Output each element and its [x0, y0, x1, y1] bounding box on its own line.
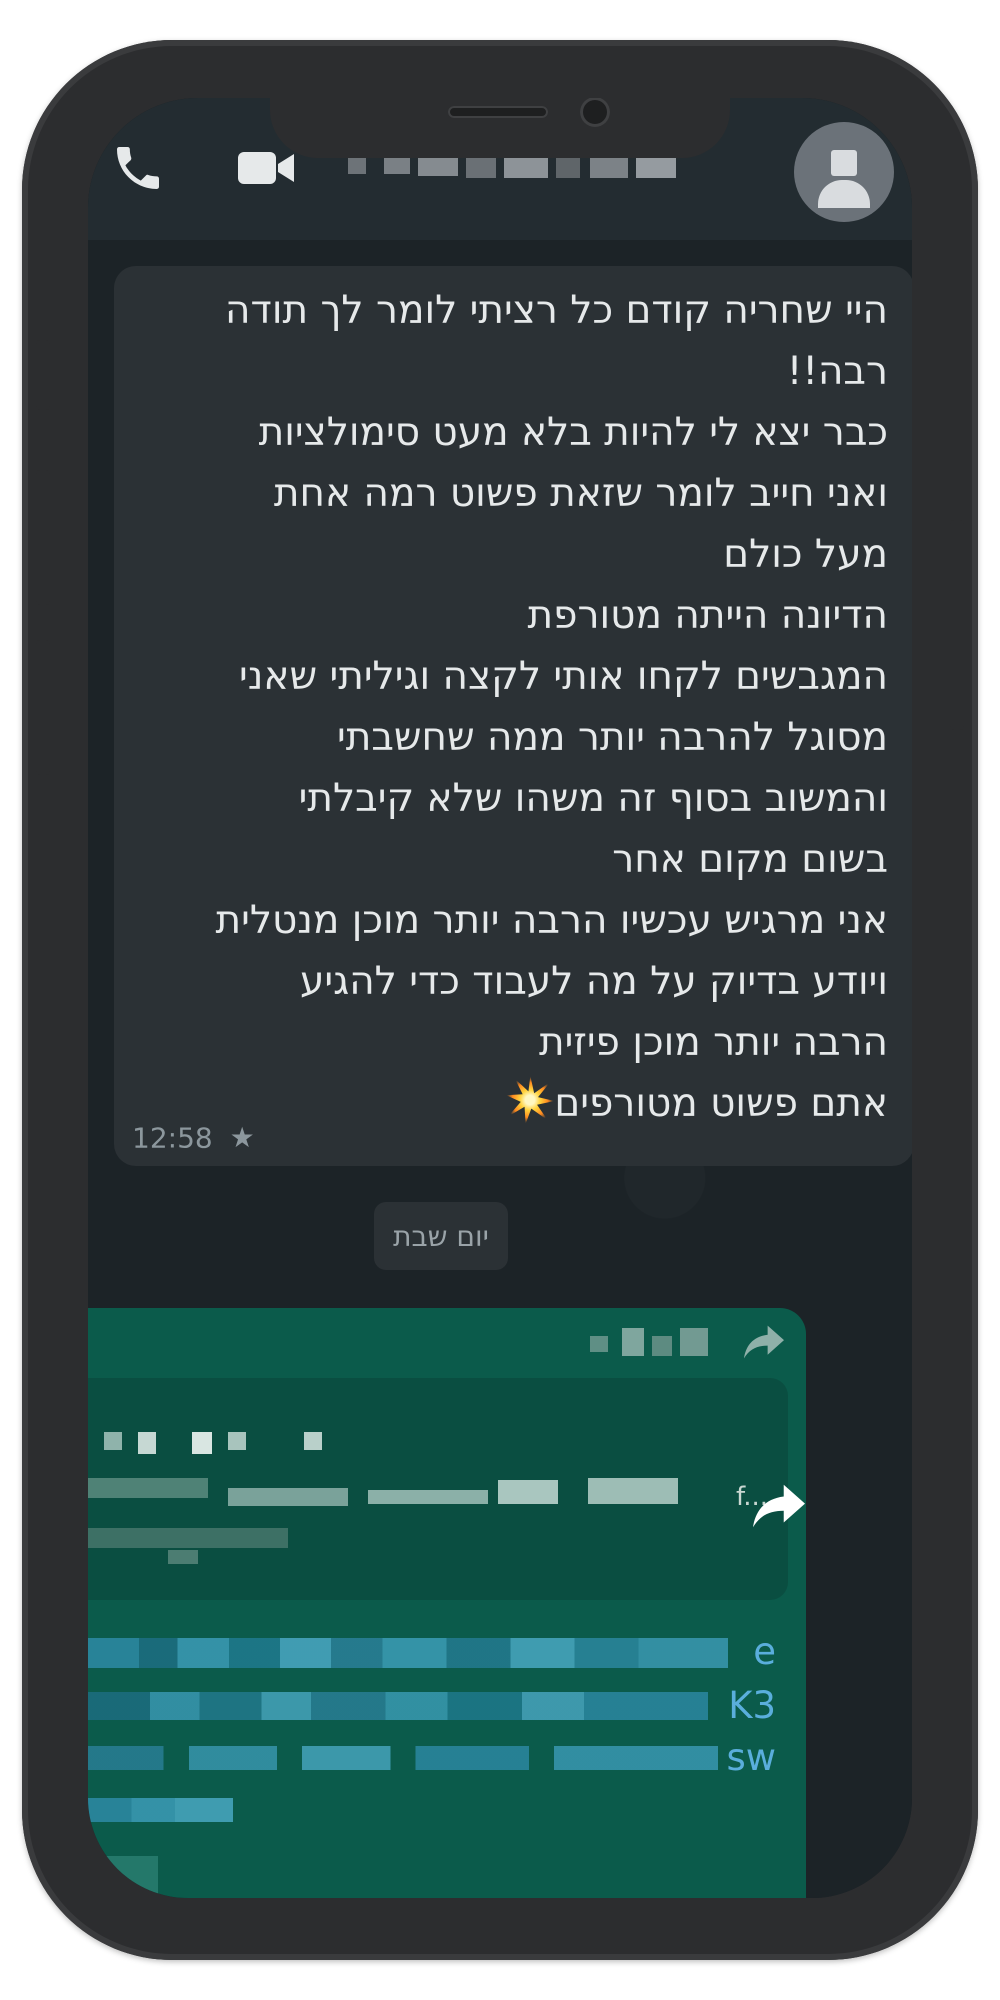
- message-time: 12:58: [132, 1121, 213, 1154]
- message-line: ויודע בדיוק על מה לעבוד כדי להגיע: [300, 959, 888, 1004]
- date-divider: יום שבת: [374, 1202, 508, 1270]
- message-line: מסוגל להרבה יותר ממה שחשבתי: [336, 715, 888, 760]
- power-button: [950, 520, 964, 730]
- message-line: רבה!!: [786, 349, 888, 394]
- silent-switch: [36, 340, 50, 410]
- phone-notch: [270, 98, 730, 158]
- message-line: ואני חייב לומר שזאת פשוט רמה אחת: [273, 471, 888, 516]
- message-line: הדיונה הייתה מטורפת: [527, 593, 888, 638]
- link-text-fragment[interactable]: K3: [728, 1684, 776, 1727]
- earpiece-speaker: [448, 106, 548, 118]
- default-avatar-icon: [831, 150, 857, 176]
- link-preview-card[interactable]: f...: [88, 1378, 788, 1600]
- chat-header: [88, 98, 912, 240]
- link-text-fragment[interactable]: sw: [726, 1736, 776, 1779]
- message-line: אתם פשוט מטורפים: [554, 1081, 888, 1126]
- message-line: המגבשים לקחו אותי לקצה וגיליתי שאני: [239, 654, 888, 699]
- volume-down-button: [36, 640, 50, 775]
- phone-icon[interactable]: [110, 140, 166, 196]
- volume-up-button: [36, 470, 50, 605]
- collision-emoji-icon: [506, 1076, 555, 1124]
- message-line: כבר יצא לי להיות בלא מעט סימולציות: [258, 410, 888, 455]
- forwarded-label: [586, 1322, 786, 1362]
- message-line: מעל כולם: [723, 532, 888, 577]
- forwarded-message-bubble[interactable]: f... e K3 sw: [88, 1308, 806, 1898]
- message-line: אני מרגיש עכשיו הרבה יותר מוכן מנטלית: [215, 898, 888, 943]
- message-line: היי שחריה קודם כל רציתי לומר לך תודה: [225, 288, 888, 333]
- link-text-fragment[interactable]: e: [753, 1630, 776, 1673]
- contact-avatar[interactable]: [794, 122, 894, 222]
- forwarded-arrow-icon: [744, 1325, 784, 1359]
- star-icon: ★: [229, 1121, 255, 1154]
- message-meta: 12:58 ★: [132, 1120, 255, 1154]
- date-divider-label: יום שבת: [393, 1219, 489, 1253]
- front-camera: [580, 98, 610, 127]
- message-text: היי שחריה קודם כל רציתי לומר לך תודה רבה…: [128, 280, 888, 1134]
- share-forward-icon[interactable]: [749, 1480, 809, 1532]
- message-line: הרבה יותר מוכן פיזית: [538, 1020, 888, 1065]
- video-call-icon[interactable]: [236, 143, 296, 193]
- message-line: בשום מקום אחר: [612, 837, 888, 882]
- message-line: והמשוב בסוף זה משהו שלא קיבלתי: [298, 776, 888, 821]
- incoming-message-bubble[interactable]: היי שחריה קודם כל רציתי לומר לך תודה רבה…: [114, 266, 912, 1166]
- phone-screen: היי שחריה קודם כל רציתי לומר לך תודה רבה…: [88, 98, 912, 1898]
